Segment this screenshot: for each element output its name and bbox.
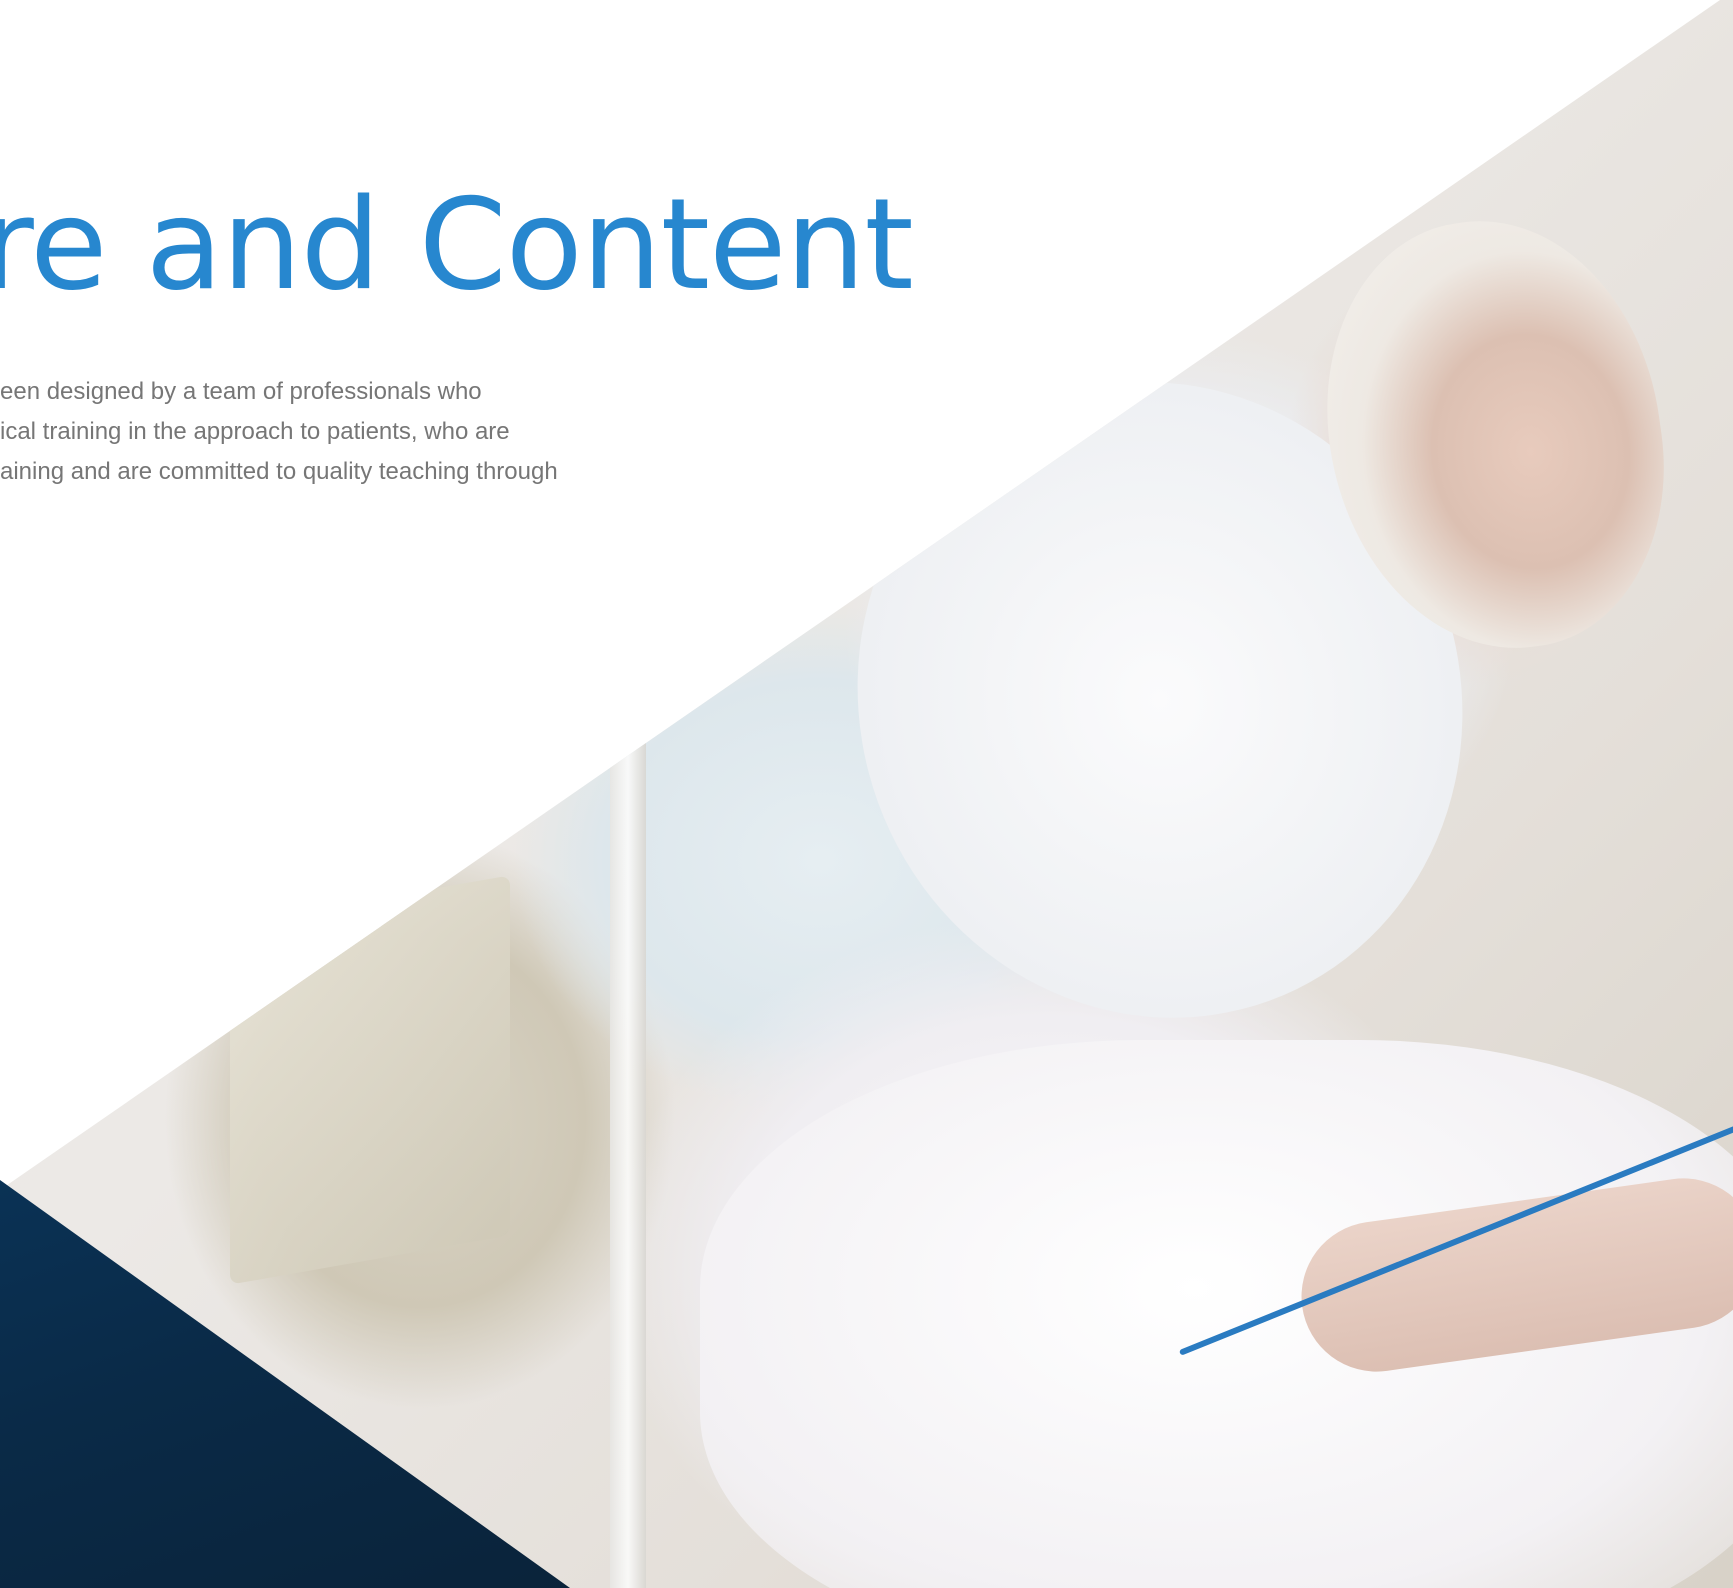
- description-line: aining and are committed to quality teac…: [0, 458, 558, 485]
- description-line: een designed by a team of professionals …: [0, 378, 482, 405]
- bed-rail: [610, 720, 646, 1588]
- description-text: een designed by a team of professionals …: [0, 372, 620, 492]
- page-title: re and Content: [0, 171, 914, 318]
- hero-section: re and Content een designed by a team of…: [0, 0, 1733, 1588]
- medical-device: [230, 875, 510, 1285]
- description-line: ical training in the approach to patient…: [0, 418, 510, 445]
